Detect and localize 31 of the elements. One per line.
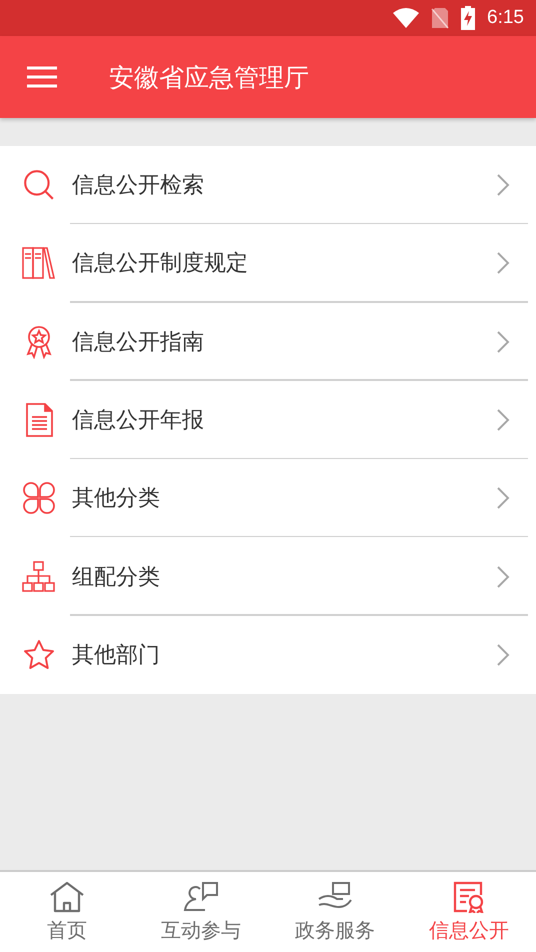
star-icon: [22, 638, 56, 672]
menu-icon[interactable]: [27, 66, 57, 88]
nav-tab[interactable]: 互动参与: [134, 872, 268, 952]
nav-tab[interactable]: 首页: [0, 872, 134, 952]
menu-list-item[interactable]: 信息公开检索: [0, 146, 536, 224]
menu-list-item[interactable]: 信息公开制度规定: [0, 224, 536, 303]
books-icon: [22, 246, 56, 280]
menu-list-item[interactable]: 信息公开指南: [0, 302, 536, 381]
menu-list-item[interactable]: 其他部门: [0, 616, 536, 694]
clock-time: 6:15: [487, 7, 524, 29]
menu-list-item[interactable]: 组配分类: [0, 537, 536, 616]
chevron-right-icon: [496, 408, 510, 432]
clover-icon: [22, 481, 56, 516]
home-icon: [49, 880, 85, 912]
app-title: 安徽省应急管理厅: [109, 62, 309, 94]
chevron-right-icon: [496, 251, 510, 276]
chevron-right-icon: [496, 173, 510, 198]
chevron-right-icon: [496, 642, 510, 667]
menu-list-item[interactable]: 其他分类: [0, 459, 536, 538]
battery-charging-icon: [461, 6, 476, 30]
search-icon: [22, 168, 56, 202]
menu-list-item[interactable]: 信息公开年报: [0, 380, 536, 460]
hierarchy-icon: [22, 560, 56, 594]
nav-tab[interactable]: 信息公开: [402, 872, 536, 952]
person-chat-icon: [183, 880, 219, 912]
chevron-right-icon: [496, 564, 510, 589]
chevron-right-icon: [496, 486, 510, 510]
no-sim-icon: [431, 7, 450, 29]
nav-tab[interactable]: 政务服务: [268, 872, 402, 952]
chevron-right-icon: [496, 330, 510, 354]
wifi-icon: [393, 8, 420, 28]
